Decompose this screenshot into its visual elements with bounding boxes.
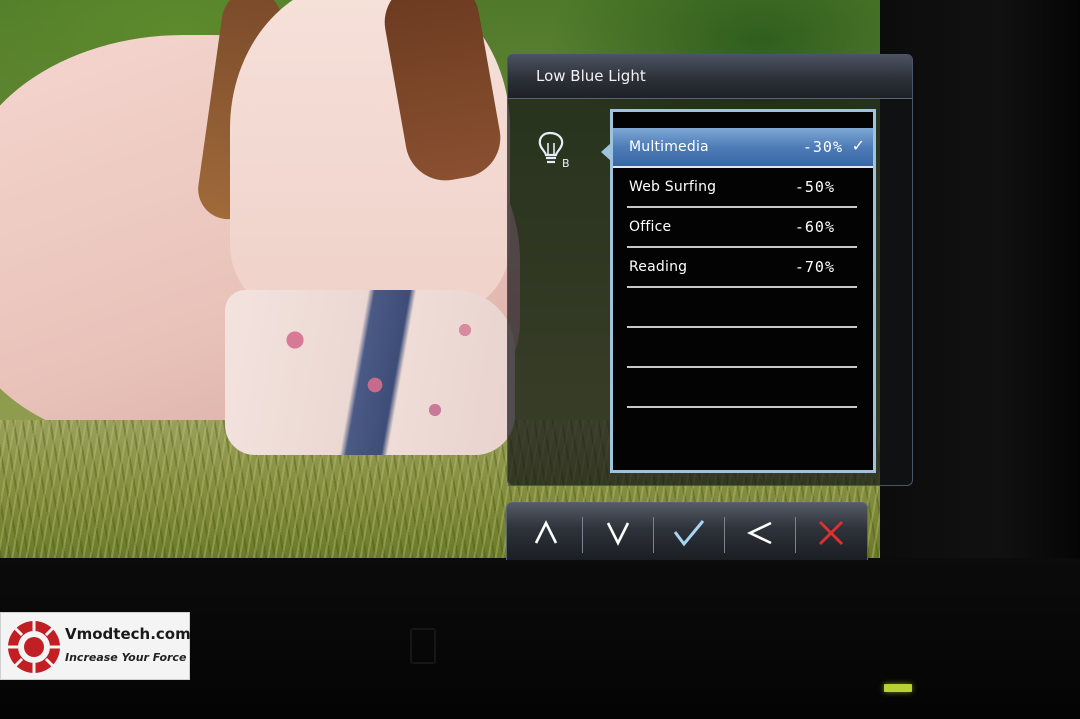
osd-menu: Low Blue Light B Multimedia -30% ✓ Web S…: [507, 54, 913, 486]
osd-key-bar: [506, 502, 868, 560]
back-key[interactable]: [725, 511, 795, 555]
mode-value: -60%: [794, 218, 835, 236]
mode-label: Web Surfing: [629, 179, 717, 195]
selected-check-icon: ✓: [851, 136, 865, 155]
mode-label: Office: [629, 219, 672, 235]
mode-label: Reading: [629, 259, 688, 275]
chevron-left-icon: [745, 518, 775, 548]
chevron-down-icon: [603, 518, 633, 548]
mode-value: -50%: [794, 178, 835, 196]
mode-value: -70%: [794, 258, 835, 276]
mode-value: -30%: [802, 138, 843, 156]
watermark-site: Vmodtech.com: [65, 625, 191, 643]
photo-dress: [225, 290, 515, 455]
mode-item-empty: [627, 288, 857, 328]
osd-title-bar: Low Blue Light: [508, 55, 912, 99]
power-led: [884, 684, 912, 692]
mode-item-office[interactable]: Office -60%: [627, 208, 857, 248]
up-key[interactable]: [511, 511, 581, 555]
close-icon: [816, 518, 846, 548]
down-key[interactable]: [583, 511, 653, 555]
bulb-b-icon: B: [538, 131, 574, 171]
vmodtech-emblem-icon: [5, 617, 63, 677]
check-icon: [672, 518, 706, 548]
mode-label: Multimedia: [629, 139, 709, 155]
confirm-key[interactable]: [654, 511, 724, 555]
mode-item-multimedia[interactable]: Multimedia -30% ✓: [613, 128, 873, 168]
watermark-tagline: Increase Your Force: [65, 651, 187, 664]
mode-item-web-surfing[interactable]: Web Surfing -50%: [627, 168, 857, 208]
svg-text:B: B: [562, 157, 570, 170]
mode-item-empty: [627, 368, 857, 408]
watermark-logo: Vmodtech.com Increase Your Force: [0, 612, 191, 680]
mode-item-reading[interactable]: Reading -70%: [627, 248, 857, 288]
osd-title: Low Blue Light: [536, 67, 646, 85]
chevron-up-icon: [531, 518, 561, 548]
mode-item-empty: [627, 328, 857, 368]
mode-list: Multimedia -30% ✓ Web Surfing -50% Offic…: [610, 109, 876, 473]
bezel-logo-mark: [410, 628, 436, 664]
exit-key[interactable]: [796, 511, 866, 555]
